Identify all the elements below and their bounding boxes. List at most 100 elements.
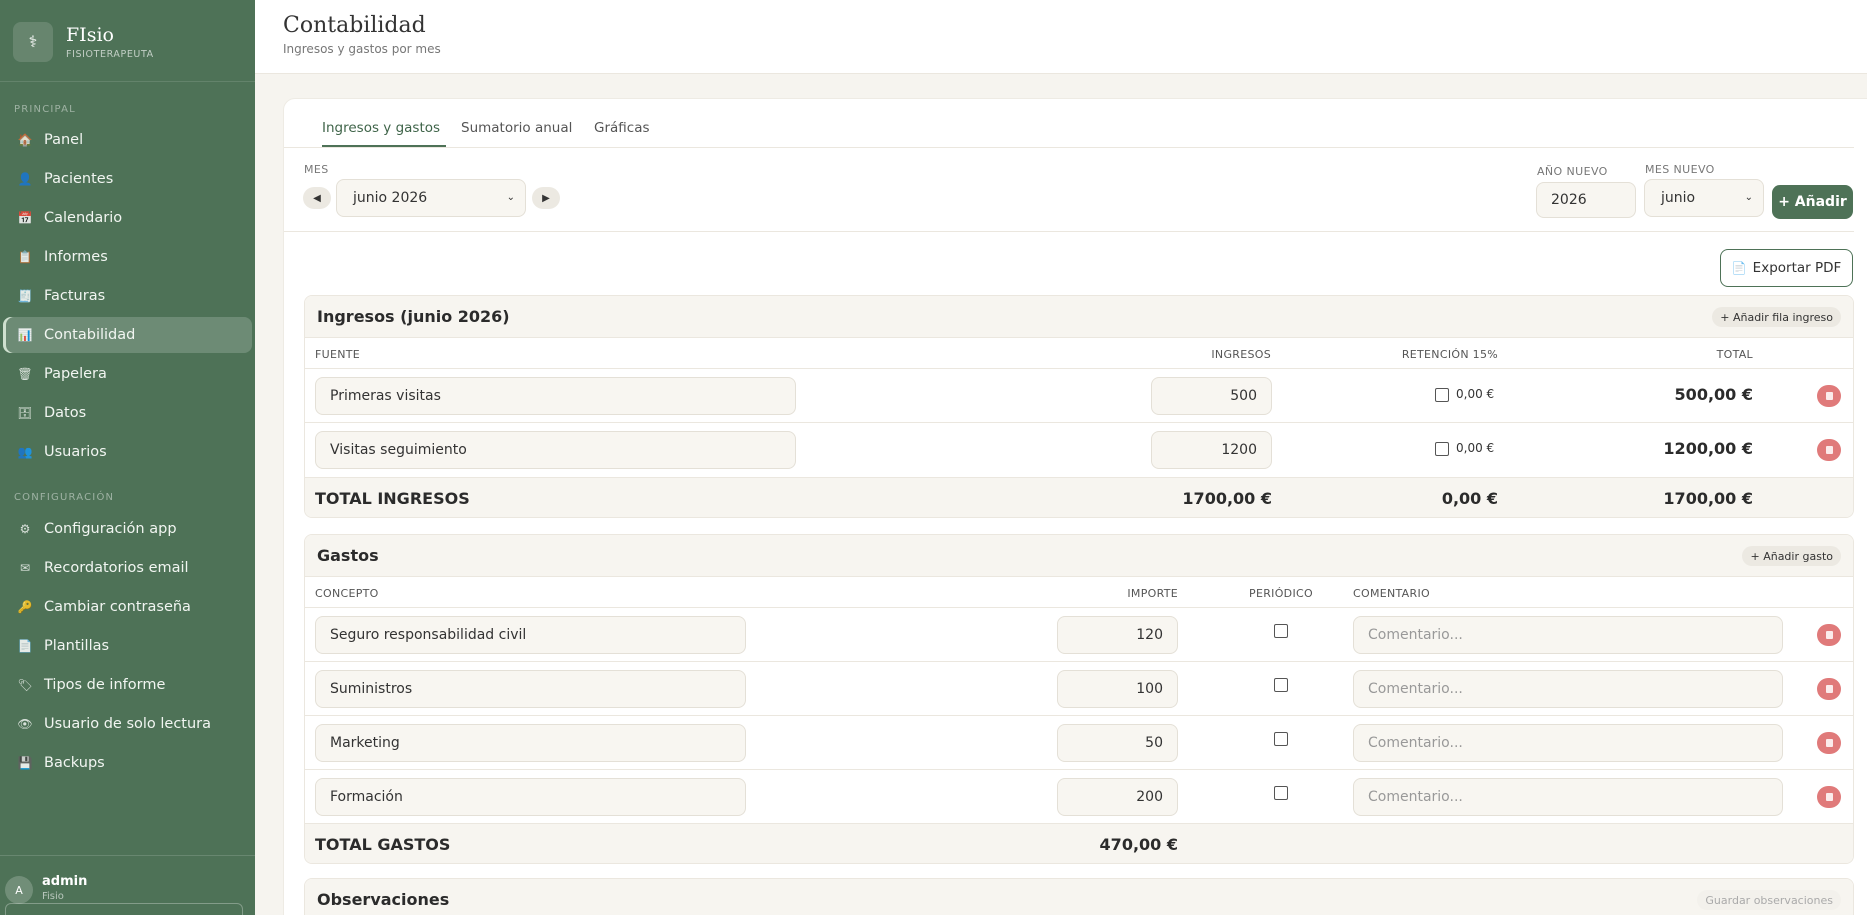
sidebar: ⚕ FIsio FISIOTERAPEUTA PRINCIPAL 🏠 Panel 👤…: [0, 0, 255, 915]
sidebar-item-panel[interactable]: 🏠 Panel: [3, 122, 252, 158]
section-label-principal: PRINCIPAL: [14, 104, 76, 115]
sidebar-item-backups[interactable]: 💾 Backups: [3, 745, 252, 781]
comentario-input[interactable]: Comentario...: [1353, 778, 1783, 816]
periodico-checkbox[interactable]: [1274, 678, 1288, 692]
fuente-input[interactable]: Visitas seguimiento: [315, 431, 796, 469]
mes-nuevo-select[interactable]: junio ⌄: [1644, 179, 1764, 217]
gastos-panel: Gastos + Añadir gasto CONCEPTO IMPORTE P…: [304, 534, 1854, 864]
ingresos-input[interactable]: 500: [1151, 377, 1272, 415]
delete-row-button[interactable]: [1817, 624, 1841, 646]
delete-row-button[interactable]: [1817, 678, 1841, 700]
sidebar-item-configuración-app[interactable]: ⚙ Configuración app: [3, 511, 252, 547]
chevron-down-icon: ⌄: [1744, 192, 1753, 203]
retencion-checkbox[interactable]: [1435, 442, 1449, 456]
sidebar-item-cambiar-contraseña[interactable]: 🔑 Cambiar contraseña: [3, 589, 252, 625]
sidebar-item-label: Calendario: [44, 210, 123, 226]
prev-month-button[interactable]: ◀: [303, 187, 331, 209]
sidebar-item-label: Tipos de informe: [44, 677, 166, 693]
importe-input[interactable]: 120: [1057, 616, 1178, 654]
avatar: A: [5, 876, 33, 904]
sidebar-item-plantillas[interactable]: 📄 Plantillas: [3, 628, 252, 664]
sidebar-item-usuarios[interactable]: 👥 Usuarios: [3, 434, 252, 470]
person-icon: 👤: [17, 172, 33, 186]
delete-row-button[interactable]: [1817, 439, 1841, 461]
tab-sumatorio-anual[interactable]: Sumatorio anual: [461, 120, 572, 136]
calendar-icon: 📅: [17, 211, 33, 225]
delete-row-button[interactable]: [1817, 385, 1841, 407]
fuente-input[interactable]: Primeras visitas: [315, 377, 796, 415]
sidebar-item-label: Panel: [44, 132, 84, 148]
users-icon: 👥: [17, 445, 33, 459]
row-total: 500,00 €: [1674, 385, 1753, 404]
importe-input[interactable]: 200: [1057, 778, 1178, 816]
sidebar-item-label: Datos: [44, 405, 87, 421]
sidebar-item-facturas[interactable]: 🧾 Facturas: [3, 278, 252, 314]
concepto-input[interactable]: Suministros: [315, 670, 746, 708]
add-gasto-button[interactable]: + Añadir gasto: [1742, 546, 1841, 566]
sidebar-item-usuario-de-solo-lectura[interactable]: 👁 Usuario de solo lectura: [3, 706, 252, 742]
sidebar-item-recordatorios-email[interactable]: ✉ Recordatorios email: [3, 550, 252, 586]
export-pdf-button[interactable]: 📄 Exportar PDF: [1720, 249, 1853, 287]
importe-input[interactable]: 50: [1057, 724, 1178, 762]
sidebar-item-datos[interactable]: 🗄 Datos: [3, 395, 252, 431]
total-gastos-value: 470,00 €: [1099, 835, 1178, 854]
col-periodico: PERIÓDICO: [1249, 587, 1313, 600]
periodico-checkbox[interactable]: [1274, 624, 1288, 638]
sidebar-item-label: Backups: [44, 755, 105, 771]
sidebar-item-papelera[interactable]: 🗑 Papelera: [3, 356, 252, 392]
sidebar-item-pacientes[interactable]: 👤 Pacientes: [3, 161, 252, 197]
house-icon: 🏠: [17, 133, 33, 147]
sidebar-item-label: Usuario de solo lectura: [44, 716, 212, 732]
trash-icon: [1825, 793, 1833, 801]
concepto-input[interactable]: Formación: [315, 778, 746, 816]
sidebar-item-calendario[interactable]: 📅 Calendario: [3, 200, 252, 236]
page-title: Contabilidad: [283, 13, 426, 38]
next-month-button[interactable]: ▶: [532, 187, 560, 209]
page-header: Contabilidad Ingresos y gastos por mes: [255, 0, 1867, 74]
gastos-total-row: TOTAL GASTOS 470,00 €: [305, 823, 1853, 863]
user-role: Fisio: [42, 891, 64, 902]
save-observaciones-button[interactable]: Guardar observaciones: [1697, 890, 1841, 910]
sidebar-item-label: Usuarios: [44, 444, 107, 460]
sidebar-item-label: Cambiar contraseña: [44, 599, 191, 615]
brand-name: FIsio: [66, 23, 114, 46]
add-ingreso-button[interactable]: + Añadir fila ingreso: [1712, 307, 1841, 327]
sidebar-item-label: Facturas: [44, 288, 106, 304]
page-subtitle: Ingresos y gastos por mes: [283, 42, 441, 56]
trash-icon: 🗑: [17, 367, 33, 381]
ingresos-input[interactable]: 1200: [1151, 431, 1272, 469]
col-total: TOTAL: [1716, 348, 1753, 361]
periodico-checkbox[interactable]: [1274, 732, 1288, 746]
eye-icon: 👁: [17, 717, 33, 731]
tab-bar: Ingresos y gastos Sumatorio anual Gráfic…: [284, 99, 1854, 148]
section-label-configuracion: CONFIGURACIÓN: [14, 492, 115, 503]
sidebar-item-contabilidad[interactable]: 📊 Contabilidad: [3, 317, 252, 353]
controls-divider: [284, 231, 1854, 232]
delete-row-button[interactable]: [1817, 786, 1841, 808]
chevron-down-icon: ⌄: [506, 192, 515, 203]
concepto-input[interactable]: Seguro responsabilidad civil: [315, 616, 746, 654]
periodico-checkbox[interactable]: [1274, 786, 1288, 800]
retencion-value: 0,00 €: [1456, 387, 1495, 401]
tab-graficas[interactable]: Gráficas: [594, 120, 650, 136]
delete-row-button[interactable]: [1817, 732, 1841, 754]
anio-nuevo-input[interactable]: 2026: [1536, 182, 1636, 218]
retencion-checkbox[interactable]: [1435, 388, 1449, 402]
sidebar-item-informes[interactable]: 📋 Informes: [3, 239, 252, 275]
sidebar-item-label: Papelera: [44, 366, 107, 382]
col-comentario: COMENTARIO: [1353, 587, 1430, 600]
sidebar-item-label: Configuración app: [44, 521, 177, 537]
col-fuente: FUENTE: [315, 348, 361, 361]
total-ingresos-value: 1700,00 €: [1182, 489, 1272, 508]
comentario-input[interactable]: Comentario...: [1353, 670, 1783, 708]
logout-button[interactable]: [5, 903, 243, 915]
comentario-input[interactable]: Comentario...: [1353, 724, 1783, 762]
month-select[interactable]: junio 2026 ⌄: [336, 179, 526, 217]
comentario-input[interactable]: Comentario...: [1353, 616, 1783, 654]
clipboard-icon: 📋: [17, 250, 33, 264]
concepto-input[interactable]: Marketing: [315, 724, 746, 762]
tab-ingresos-gastos[interactable]: Ingresos y gastos: [322, 120, 440, 136]
sidebar-item-tipos-de-informe[interactable]: 🏷 Tipos de informe: [3, 667, 252, 703]
importe-input[interactable]: 100: [1057, 670, 1178, 708]
add-month-button[interactable]: + Añadir: [1772, 185, 1853, 219]
